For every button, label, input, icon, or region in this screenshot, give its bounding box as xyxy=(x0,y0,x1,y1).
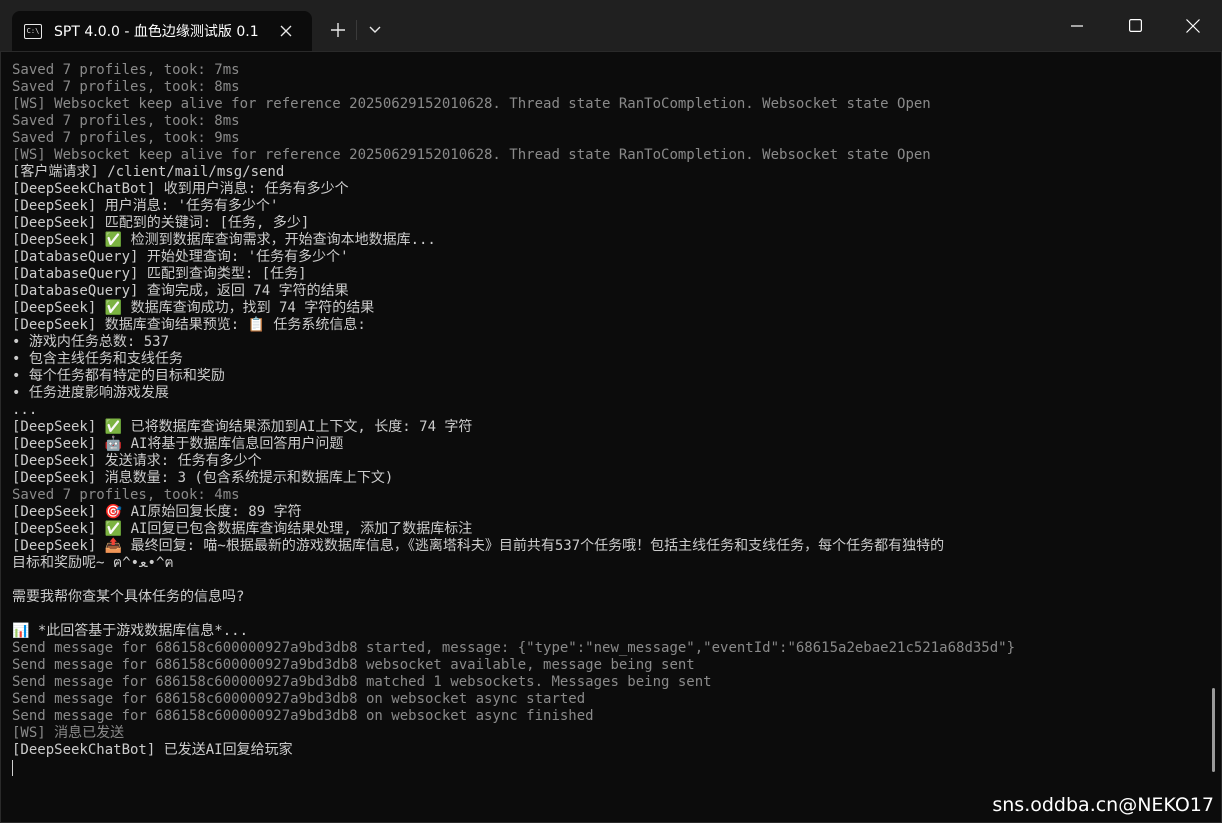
terminal-line: [DeepSeek] 📤 最终回复: 喵~根据最新的游戏数据库信息，《逃离塔科夫… xyxy=(12,538,945,554)
window-close-button[interactable] xyxy=(1164,0,1222,51)
terminal-output[interactable]: Saved 7 profiles, took: 7ms Saved 7 profi… xyxy=(0,51,1222,823)
terminal-line: ... xyxy=(12,402,38,418)
terminal-line: • 游戏内任务总数: 537 xyxy=(12,334,170,350)
terminal-line: Send message for 686158c600000927a9bd3db… xyxy=(12,691,586,707)
new-tab-button[interactable] xyxy=(322,14,354,46)
terminal-line: [DeepSeek] 发送请求: 任务有多少个 xyxy=(12,453,262,469)
tab-divider xyxy=(356,20,357,40)
terminal-line: [DatabaseQuery] 查询完成，返回 74 字符的结果 xyxy=(12,283,349,299)
terminal-lines: Saved 7 profiles, took: 7ms Saved 7 profi… xyxy=(12,62,1197,759)
terminal-line: Saved 7 profiles, took: 7ms xyxy=(12,62,240,78)
terminal-line: [WS] 消息已发送 xyxy=(12,725,125,741)
scrollbar-thumb[interactable] xyxy=(1212,688,1215,772)
terminal-line: [DeepSeek] 数据库查询结果预览: 📋 任务系统信息: xyxy=(12,317,366,333)
terminal-line: Send message for 686158c600000927a9bd3db… xyxy=(12,640,1016,656)
terminal-line: 📊 *此回答基于游戏数据库信息*... xyxy=(12,623,249,639)
chevron-down-icon xyxy=(369,26,381,33)
tab-title: SPT 4.0.0 - 血色边缘测试版 0.1 xyxy=(54,24,259,40)
terminal-window: C:\ SPT 4.0.0 - 血色边缘测试版 0.1 Saved 7 prof… xyxy=(0,0,1222,823)
terminal-line: Saved 7 profiles, took: 9ms xyxy=(12,130,240,146)
terminal-line: 需要我帮你查某个具体任务的信息吗? xyxy=(12,589,245,605)
terminal-line: [DeepSeek] 🎯 AI原始回复长度: 89 字符 xyxy=(12,504,302,520)
minimize-button[interactable] xyxy=(1048,0,1106,51)
terminal-line: 目标和奖励呢~ ฅ^•ﻌ•^ฅ xyxy=(12,555,174,571)
terminal-line: Saved 7 profiles, took: 8ms xyxy=(12,113,240,129)
close-icon xyxy=(280,25,292,37)
terminal-line: [DatabaseQuery] 匹配到查询类型: [任务] xyxy=(12,266,307,282)
terminal-line: [DeepSeek] 用户消息: '任务有多少个' xyxy=(12,198,279,214)
terminal-line: Send message for 686158c600000927a9bd3db… xyxy=(12,708,594,724)
terminal-line: [DatabaseQuery] 开始处理查询: '任务有多少个' xyxy=(12,249,349,265)
minimize-icon xyxy=(1071,24,1083,27)
terminal-icon: C:\ xyxy=(24,23,42,39)
terminal-line: [DeepSeek] ✅ 检测到数据库查询需求，开始查询本地数据库... xyxy=(12,232,436,248)
maximize-icon xyxy=(1128,19,1142,32)
terminal-line: Send message for 686158c600000927a9bd3db… xyxy=(12,674,712,690)
terminal-line: • 任务进度影响游戏发展 xyxy=(12,385,169,401)
terminal-line: [DeepSeek] ✅ 数据库查询成功，找到 74 字符的结果 xyxy=(12,300,375,316)
terminal-line: [WS] Websocket keep alive for reference … xyxy=(12,96,931,112)
terminal-line: Saved 7 profiles, took: 4ms xyxy=(12,487,240,503)
terminal-line: [DeepSeek] ✅ AI回复已包含数据库查询结果处理, 添加了数据库标注 xyxy=(12,521,473,537)
plus-icon xyxy=(331,23,345,37)
terminal-line: • 包含主线任务和支线任务 xyxy=(12,351,183,367)
text-cursor xyxy=(12,760,13,776)
tab-active[interactable]: C:\ SPT 4.0.0 - 血色边缘测试版 0.1 xyxy=(12,11,312,51)
tab-dropdown-button[interactable] xyxy=(360,14,390,46)
terminal-line: Send message for 686158c600000927a9bd3db… xyxy=(12,657,695,673)
maximize-button[interactable] xyxy=(1106,0,1164,51)
terminal-line: [DeepSeekChatBot] 收到用户消息: 任务有多少个 xyxy=(12,181,349,197)
watermark: sns.oddba.cn@NEKO17 xyxy=(992,794,1214,816)
terminal-line: [DeepSeek] 🤖 AI将基于数据库信息回答用户问题 xyxy=(12,436,344,452)
terminal-line: [WS] Websocket keep alive for reference … xyxy=(12,147,931,163)
terminal-line: [DeepSeek] 匹配到的关键词: [任务, 多少] xyxy=(12,215,310,231)
terminal-line: [DeepSeek] ✅ 已将数据库查询结果添加到AI上下文, 长度: 74 字… xyxy=(12,419,473,435)
terminal-line: [DeepSeekChatBot] 已发送AI回复给玩家 xyxy=(12,742,293,758)
tab-close-button[interactable] xyxy=(276,21,296,41)
terminal-line: [客户端请求] /client/mail/msg/send xyxy=(12,164,285,180)
terminal-line: Saved 7 profiles, took: 8ms xyxy=(12,79,240,95)
terminal-line: [DeepSeek] 消息数量: 3 (包含系统提示和数据库上下文) xyxy=(12,470,394,486)
close-icon xyxy=(1186,18,1200,33)
terminal-line: • 每个任务都有特定的目标和奖励 xyxy=(12,368,225,384)
title-bar: C:\ SPT 4.0.0 - 血色边缘测试版 0.1 xyxy=(0,0,1222,51)
